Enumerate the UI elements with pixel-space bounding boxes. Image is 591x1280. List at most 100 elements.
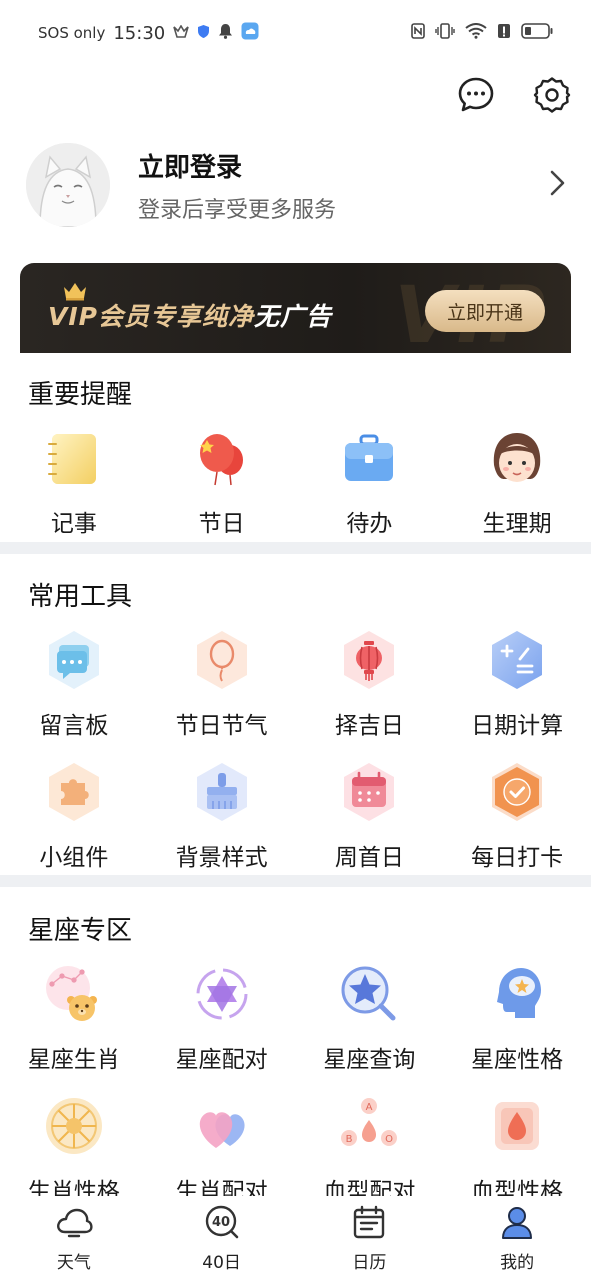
- notepad-icon: [42, 426, 106, 490]
- grid-item-label: 星座配对: [175, 1047, 268, 1073]
- weather-icon: [241, 22, 259, 44]
- reminders-grid: 记事 节日 待办 生理期: [0, 426, 591, 538]
- grid-item-zodiac-match[interactable]: 星座配对: [148, 962, 296, 1074]
- grid-item-todo[interactable]: 待办: [296, 426, 444, 538]
- vip-banner[interactable]: VIP VIP会员专享纯净无广告 立即开通: [20, 263, 571, 353]
- nav-label: 40日: [202, 1253, 241, 1273]
- hexagram-icon: [190, 962, 254, 1026]
- login-profile-card[interactable]: 立即登录 登录后享受更多服务: [26, 140, 571, 230]
- grid-item-label: 节日: [198, 511, 245, 537]
- vip-open-button[interactable]: 立即开通: [425, 290, 545, 332]
- nav-label: 我的: [500, 1253, 535, 1273]
- grid-item-zodiac-lookup[interactable]: 星座查询: [296, 962, 444, 1074]
- nav-mine[interactable]: 我的: [443, 1196, 591, 1280]
- grid-item-label: 生理期: [482, 511, 552, 537]
- grid-item-label: 星座查询: [323, 1047, 416, 1073]
- wifi-icon: [465, 23, 487, 43]
- balloon-outline-icon: [190, 628, 254, 692]
- user-icon: [498, 1204, 536, 1244]
- grid-item-label: 待办: [346, 511, 393, 537]
- zodiac-grid-row-2: 生肖性格 生肖配对 ABO 血型配对 血型性格: [0, 1094, 591, 1206]
- status-right: [411, 23, 553, 43]
- grid-item-label: 星座生肖: [27, 1047, 120, 1073]
- chevron-right-icon[interactable]: [549, 169, 567, 201]
- chat-bubble-icon: [42, 628, 106, 692]
- sun-wheel-icon: [42, 1094, 106, 1158]
- cloud-icon: [55, 1204, 93, 1244]
- grid-item-solar-terms[interactable]: 节日节气: [148, 628, 296, 740]
- section-title-reminders: 重要提醒: [28, 380, 133, 410]
- briefcase-icon: [337, 426, 401, 490]
- grid-item-label: 小组件: [39, 845, 109, 871]
- grid-item-blood-match[interactable]: ABO 血型配对: [296, 1094, 444, 1206]
- top-actions: [457, 76, 571, 114]
- blood-type-icon: A B O: [337, 1094, 401, 1158]
- svg-text:A: A: [366, 1102, 373, 1113]
- calendar-icon: [337, 760, 401, 824]
- grid-item-widgets[interactable]: 小组件: [0, 760, 148, 872]
- lantern-icon: [337, 628, 401, 692]
- checkmark-icon: [485, 760, 549, 824]
- grid-item-message-board[interactable]: 留言板: [0, 628, 148, 740]
- brush-icon: [190, 760, 254, 824]
- hearts-icon: [190, 1094, 254, 1158]
- vibrate-icon: [435, 23, 455, 43]
- shield-icon: [197, 24, 210, 43]
- calculator-icon: [485, 628, 549, 692]
- vip-slogan: VIP会员专享纯净无广告: [48, 297, 332, 333]
- grid-item-label: 留言板: [39, 713, 109, 739]
- section-title-tools: 常用工具: [28, 582, 133, 612]
- section-divider: [0, 542, 591, 554]
- grid-item-label: 日期计算: [471, 713, 564, 739]
- network-status: SOS only: [38, 24, 106, 42]
- balloon-icon: [190, 426, 254, 490]
- grid-item-date-calc[interactable]: 日期计算: [443, 628, 591, 740]
- grid-item-background[interactable]: 背景样式: [148, 760, 296, 872]
- svg-text:O: O: [385, 1134, 393, 1145]
- grid-item-label: 背景样式: [175, 845, 268, 871]
- section-title-zodiac: 星座专区: [28, 916, 133, 946]
- grid-item-week-start[interactable]: 周首日: [296, 760, 444, 872]
- nav-label: 天气: [56, 1253, 91, 1273]
- section-divider: [0, 875, 591, 887]
- grid-item-zodiac-personality[interactable]: 星座性格: [443, 962, 591, 1074]
- alert-icon: [497, 23, 511, 43]
- zodiac-bear-icon: [42, 962, 106, 1026]
- avatar[interactable]: [26, 143, 110, 227]
- grid-item-notes[interactable]: 记事: [0, 426, 148, 538]
- grid-item-blood-personality[interactable]: 血型性格: [443, 1094, 591, 1206]
- grid-item-label: 记事: [50, 511, 97, 537]
- status-left: SOS only 15:30: [38, 22, 259, 44]
- grid-item-zodiac-animal[interactable]: 星座生肖: [0, 962, 148, 1074]
- settings-icon[interactable]: [533, 76, 571, 114]
- grid-item-label: 节日节气: [175, 713, 268, 739]
- grid-item-label: 每日打卡: [471, 845, 564, 871]
- grid-item-animal-personality[interactable]: 生肖性格: [0, 1094, 148, 1206]
- tools-grid-row-2: 小组件 背景样式 周首日 每日打卡: [0, 760, 591, 872]
- grid-item-label: 择吉日: [334, 713, 404, 739]
- grid-item-label: 周首日: [334, 845, 404, 871]
- nav-40-day[interactable]: 40 40日: [148, 1196, 296, 1280]
- profile-text: 立即登录 登录后享受更多服务: [138, 147, 336, 224]
- grid-item-lucky-day[interactable]: 择吉日: [296, 628, 444, 740]
- bell-icon: [218, 23, 233, 43]
- login-title: 立即登录: [138, 152, 243, 183]
- head-star-icon: [485, 962, 549, 1026]
- forty-day-icon: 40: [203, 1204, 241, 1244]
- message-icon[interactable]: [457, 76, 495, 114]
- nav-label: 日历: [352, 1253, 387, 1273]
- grid-item-period[interactable]: 生理期: [443, 426, 591, 538]
- svg-text:B: B: [346, 1134, 353, 1145]
- blood-drop-icon: [485, 1094, 549, 1158]
- tools-grid-row-1: 留言板 节日节气 择吉日 日期计算: [0, 628, 591, 740]
- calendar-nav-icon: [350, 1204, 388, 1244]
- login-subtitle: 登录后享受更多服务: [138, 197, 337, 223]
- nav-calendar[interactable]: 日历: [296, 1196, 444, 1280]
- grid-item-animal-match[interactable]: 生肖配对: [148, 1094, 296, 1206]
- vip-slogan-highlight: 无广告: [253, 302, 332, 331]
- puzzle-icon: [42, 760, 106, 824]
- nav-weather[interactable]: 天气: [0, 1196, 148, 1280]
- grid-item-festivals[interactable]: 节日: [148, 426, 296, 538]
- svg-text:40: 40: [212, 1215, 230, 1230]
- grid-item-checkin[interactable]: 每日打卡: [443, 760, 591, 872]
